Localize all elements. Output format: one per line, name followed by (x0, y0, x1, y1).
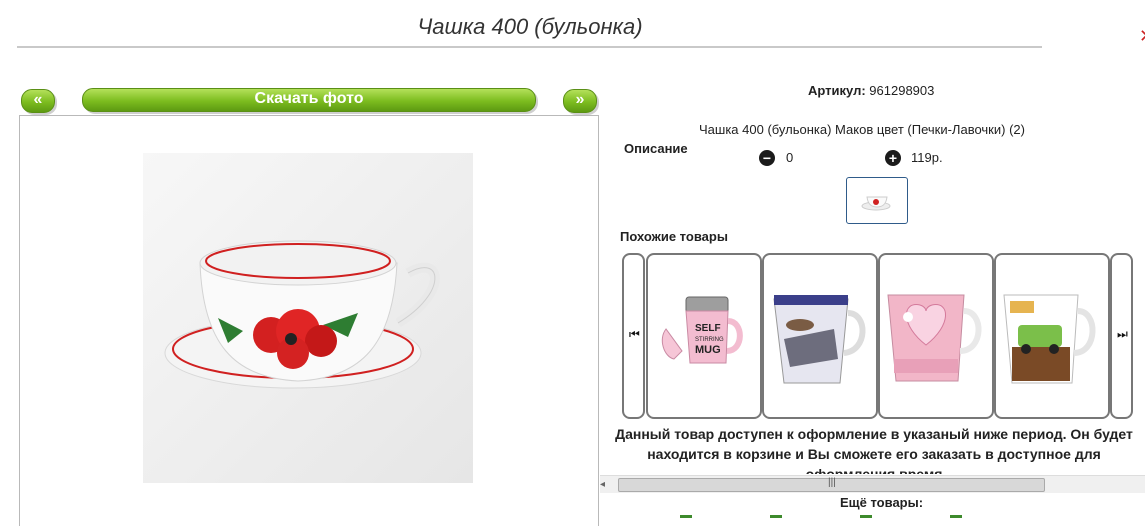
scroll-left-arrow-icon[interactable]: ◂ (600, 479, 605, 490)
similar-next-button[interactable]: ⏭ (1110, 253, 1133, 419)
similar-prev-button[interactable]: ⏮ (622, 253, 645, 419)
download-photo-button[interactable]: Скачать фото (82, 88, 536, 112)
more-products-title: Ещё товары: (840, 495, 924, 510)
prev-photo-button[interactable]: « (21, 89, 55, 113)
horizontal-scrollbar[interactable]: ◂ ||| (600, 475, 1145, 493)
similar-item-heart-mug[interactable] (878, 253, 994, 419)
product-photo (143, 153, 473, 483)
retro-car-mug-image (1003, 294, 1096, 384)
thumbnail-cup-image (861, 196, 891, 211)
next-photo-button[interactable]: » (563, 89, 597, 113)
title-divider (17, 46, 1042, 48)
skip-back-icon: ⏮ (629, 327, 640, 341)
minus-circle-icon[interactable]: − (759, 150, 775, 166)
quantity-value: 0 (786, 150, 794, 165)
similar-item-self-stirring-mug[interactable]: SELF STIRRING MUG (646, 253, 762, 419)
availability-note: Данный товар доступен к оформление в ука… (615, 426, 1133, 474)
similar-item-car-mug[interactable] (762, 253, 878, 419)
self-stirring-mug-image: SELF STIRRING MUG (661, 296, 743, 364)
heart-mug-image (887, 294, 982, 382)
mug-text-stirring: STIRRING (695, 337, 724, 343)
mug-text-mug: MUG (695, 344, 721, 356)
scrollbar-thumb[interactable]: ||| (618, 477, 1045, 492)
product-description: Чашка 400 (бульонка) Маков цвет (Печки-Л… (699, 122, 1025, 137)
price-value: 119р. (911, 150, 943, 165)
sku-value: 961298903 (869, 83, 935, 98)
mug-text-self: SELF (695, 323, 721, 334)
cup-image (164, 240, 440, 389)
sku-row: Артикул: 961298903 (808, 83, 934, 98)
description-label: Описание (624, 141, 688, 156)
similar-item-retro-car-mug[interactable] (994, 253, 1110, 419)
skip-forward-icon: ⏭ (1117, 327, 1128, 341)
similar-products-title: Похожие товары (620, 229, 728, 244)
car-mug-image (773, 295, 866, 384)
plus-circle-icon[interactable]: + (885, 150, 901, 166)
corner-icon: ✕ (1139, 26, 1145, 46)
sku-label: Артикул: (808, 83, 866, 98)
scrollbar-grip-icon: ||| (828, 477, 836, 488)
page-title: Чашка 400 (бульонка) (417, 14, 643, 39)
product-thumbnail[interactable] (846, 177, 908, 224)
